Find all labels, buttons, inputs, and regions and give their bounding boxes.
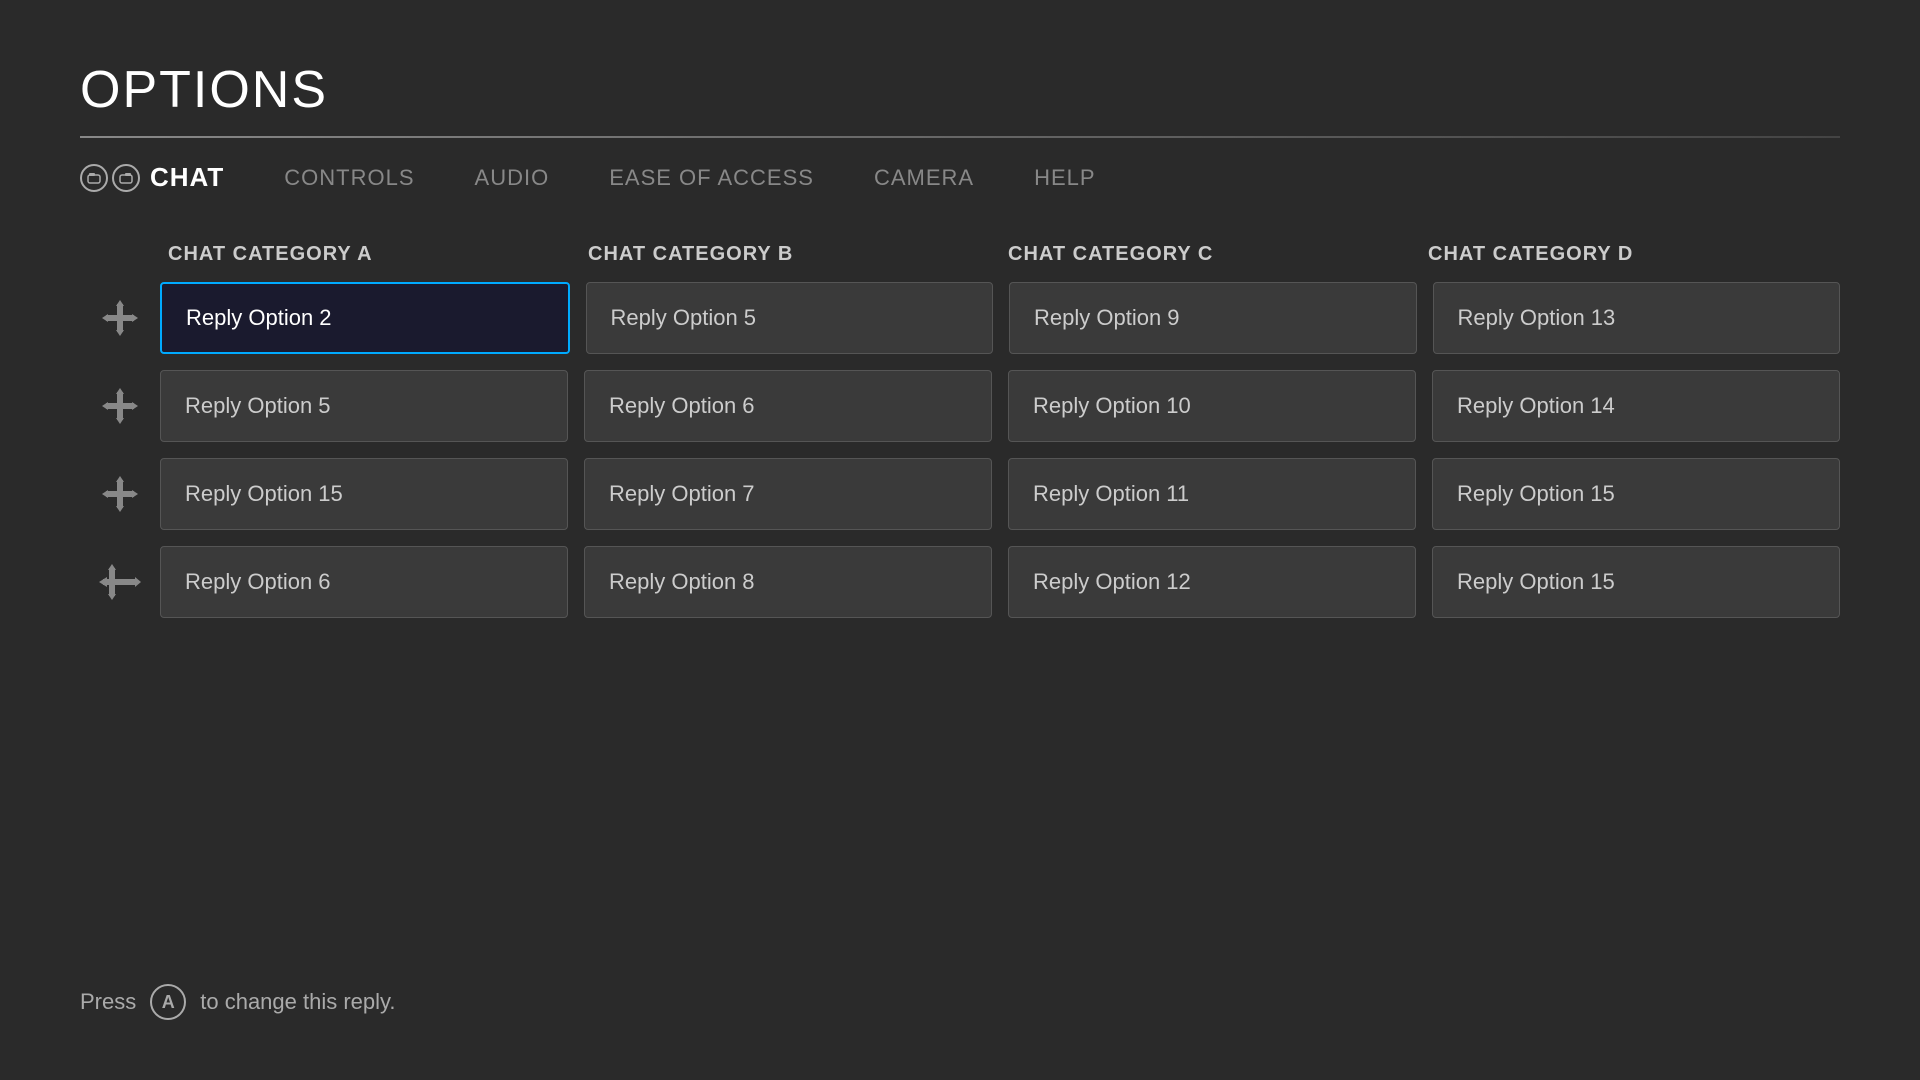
footer: Press A to change this reply. — [80, 954, 1840, 1020]
nav-tabs: CHAT CONTROLS AUDIO EASE OF ACCESS CAMER… — [80, 162, 1840, 193]
cell-r4c2[interactable]: Reply Option 8 — [584, 546, 992, 618]
row-3-icon — [80, 476, 160, 512]
move-icon-2 — [102, 388, 138, 424]
category-header-d: CHAT CATEGORY D — [1420, 243, 1840, 266]
categories-header: CHAT CATEGORY A CHAT CATEGORY B CHAT CAT… — [160, 243, 1840, 266]
title-divider — [80, 136, 1840, 138]
tab-controls[interactable]: CONTROLS — [284, 165, 414, 191]
cell-r3c2[interactable]: Reply Option 7 — [584, 458, 992, 530]
a-button: A — [150, 984, 186, 1020]
tab-help[interactable]: HELP — [1034, 165, 1095, 191]
grid-row-3: Reply Option 15 Reply Option 7 Reply Opt… — [80, 458, 1840, 530]
grid-row-1: Reply Option 2 Reply Option 5 Reply Opti… — [80, 282, 1840, 354]
row-2-icon — [80, 388, 160, 424]
move-icon-3 — [102, 476, 138, 512]
cell-r2c2[interactable]: Reply Option 6 — [584, 370, 992, 442]
cell-r3c3[interactable]: Reply Option 11 — [1008, 458, 1416, 530]
row-2-cells: Reply Option 5 Reply Option 6 Reply Opti… — [160, 370, 1840, 442]
rb-button — [112, 164, 140, 192]
page-container: OPTIONS CHAT — [0, 0, 1920, 1080]
cell-r2c3[interactable]: Reply Option 10 — [1008, 370, 1416, 442]
category-header-b: CHAT CATEGORY B — [580, 243, 1000, 266]
move-icon-1 — [102, 300, 138, 336]
cell-r2c4[interactable]: Reply Option 14 — [1432, 370, 1840, 442]
category-header-a: CHAT CATEGORY A — [160, 243, 580, 266]
row-3-cells: Reply Option 15 Reply Option 7 Reply Opt… — [160, 458, 1840, 530]
cell-r3c1[interactable]: Reply Option 15 — [160, 458, 568, 530]
row-1-icon — [80, 300, 160, 336]
footer-press-label: Press — [80, 989, 136, 1015]
tab-camera[interactable]: CAMERA — [874, 165, 974, 191]
tab-audio[interactable]: AUDIO — [475, 165, 550, 191]
footer-action-label: to change this reply. — [200, 989, 395, 1015]
page-title: OPTIONS — [80, 60, 1840, 120]
cell-r1c3[interactable]: Reply Option 9 — [1009, 282, 1417, 354]
move-icon-4 — [99, 564, 141, 600]
tab-ease-of-access[interactable]: EASE OF ACCESS — [609, 165, 814, 191]
category-header-c: CHAT CATEGORY C — [1000, 243, 1420, 266]
cell-r4c3[interactable]: Reply Option 12 — [1008, 546, 1416, 618]
cell-r4c4[interactable]: Reply Option 15 — [1432, 546, 1840, 618]
cell-r1c4[interactable]: Reply Option 13 — [1433, 282, 1841, 354]
cell-r1c2[interactable]: Reply Option 5 — [586, 282, 994, 354]
row-4-icon — [80, 564, 160, 600]
grid-row-2: Reply Option 5 Reply Option 6 Reply Opti… — [80, 370, 1840, 442]
controller-buttons — [80, 164, 140, 192]
row-1-cells: Reply Option 2 Reply Option 5 Reply Opti… — [160, 282, 1840, 354]
row-4-cells: Reply Option 6 Reply Option 8 Reply Opti… — [160, 546, 1840, 618]
cell-r2c1[interactable]: Reply Option 5 — [160, 370, 568, 442]
cell-r4c1[interactable]: Reply Option 6 — [160, 546, 568, 618]
cell-r3c4[interactable]: Reply Option 15 — [1432, 458, 1840, 530]
lb-button — [80, 164, 108, 192]
tab-chat-label: CHAT — [150, 162, 224, 193]
content-area: CHAT CATEGORY A CHAT CATEGORY B CHAT CAT… — [80, 243, 1840, 954]
tab-chat[interactable]: CHAT — [80, 162, 224, 193]
grid-row-4: Reply Option 6 Reply Option 8 Reply Opti… — [80, 546, 1840, 618]
rows-container: Reply Option 2 Reply Option 5 Reply Opti… — [80, 282, 1840, 618]
cell-r1c1[interactable]: Reply Option 2 — [160, 282, 570, 354]
